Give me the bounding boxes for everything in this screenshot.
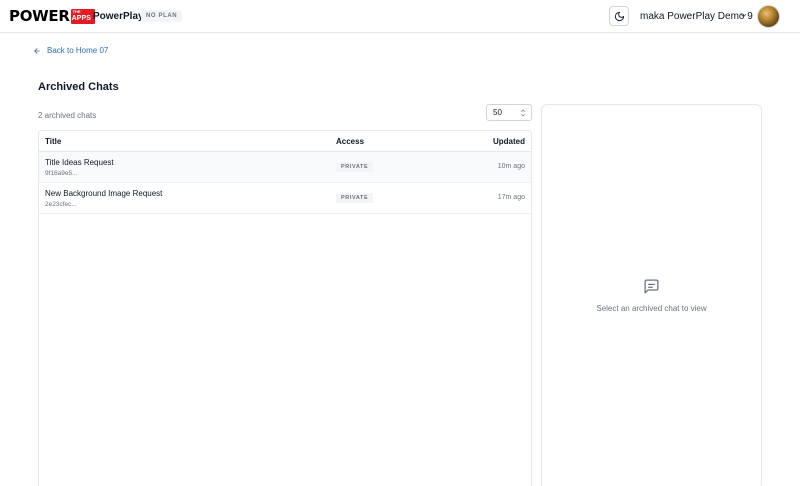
table-row[interactable]: New Background Image Request 2e23cfec...… [39, 183, 531, 214]
logo-power-text: POWER [9, 7, 70, 25]
access-badge: PRIVATE [336, 162, 374, 172]
back-link-label: Back to Home 07 [47, 46, 109, 55]
chat-id: 9f16a9e5... [45, 170, 78, 177]
theme-toggle-button[interactable] [609, 6, 629, 26]
column-header-title[interactable]: Title [45, 137, 61, 147]
avatar[interactable] [757, 5, 780, 28]
updated-time: 17m ago [497, 194, 525, 201]
user-menu-button[interactable]: maka PowerPlay Demo 9 [640, 10, 753, 23]
page-size-value: 50 [493, 108, 502, 117]
chat-title: Title Ideas Request [45, 158, 114, 167]
chat-title: New Background Image Request [45, 189, 163, 198]
back-link[interactable]: Back to Home 07 [33, 45, 108, 57]
plan-badge: NO PLAN [141, 10, 183, 22]
table-header: Title Access Updated [39, 131, 531, 152]
chat-preview-panel: Select an archived chat to view [541, 104, 762, 486]
updated-time: 10m ago [497, 163, 525, 170]
page-size-select[interactable]: 50 [486, 104, 532, 121]
moon-icon [614, 11, 624, 21]
column-header-access[interactable]: Access [336, 137, 364, 147]
empty-state-text: Select an archived chat to view [596, 304, 707, 313]
archived-chats-table: Title Access Updated Title Ideas Request… [38, 130, 532, 486]
arrow-left-icon [34, 48, 40, 54]
chat-id: 2e23cfec... [45, 201, 77, 208]
archived-count: 2 archived chats [38, 111, 97, 120]
chevron-down-icon[interactable] [739, 11, 748, 20]
access-badge: PRIVATE [336, 193, 374, 203]
logo-apps-badge: THE APPS [70, 8, 95, 24]
top-bar: POWER THE APPS PowerPlay NO PLAN maka Po… [0, 0, 800, 33]
chevron-up-down-icon [521, 109, 525, 117]
message-square-text-icon [644, 279, 659, 294]
table-row[interactable]: Title Ideas Request 9f16a9e5... PRIVATE … [39, 152, 531, 183]
logo-badge-big-text: APPS [71, 14, 92, 22]
logo[interactable]: POWER THE APPS [9, 8, 95, 24]
column-header-updated[interactable]: Updated [493, 137, 525, 147]
page-title: Archived Chats [38, 81, 119, 93]
app-name: PowerPlay [93, 11, 144, 22]
